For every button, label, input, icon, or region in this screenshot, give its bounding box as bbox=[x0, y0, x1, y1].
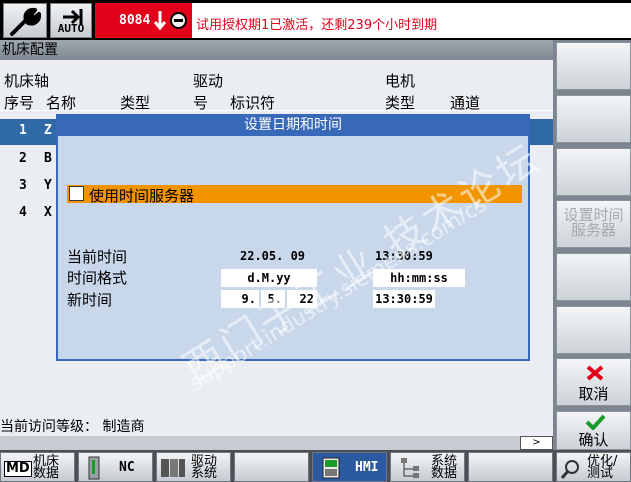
nc-cabinet-icon bbox=[88, 456, 100, 480]
system-data-label: 系统 数据 bbox=[431, 454, 458, 481]
mode-indicator: AUTO bbox=[50, 3, 92, 38]
axis-index: 1 bbox=[19, 123, 27, 138]
current-date-value: 22.05. 09 bbox=[240, 249, 306, 263]
header-divider bbox=[0, 110, 553, 111]
system-data-button[interactable]: 系统 数据 bbox=[390, 452, 465, 482]
scroll-right-button[interactable]: > bbox=[520, 436, 553, 450]
softkey-h7[interactable] bbox=[468, 452, 553, 482]
alarm-code: 8084 bbox=[119, 13, 151, 28]
horizontal-scrollbar[interactable] bbox=[0, 436, 553, 450]
nc-label: NC bbox=[119, 460, 135, 475]
axis-index: 4 bbox=[19, 205, 27, 220]
nc-button[interactable]: NC bbox=[78, 452, 153, 482]
dialog-title: 设置日期和时间 bbox=[244, 117, 342, 133]
drive-system-button[interactable]: 驱动 系统 bbox=[156, 452, 231, 482]
dialog-body: 使用时间服务器 当前时间 22.05. 09 13:30:59 时间格式 d.M… bbox=[58, 136, 528, 359]
operating-area-button[interactable] bbox=[3, 3, 47, 38]
vertical-softkeys: 设置时间 服务器 取消 确认 bbox=[553, 40, 631, 450]
cancel-label: 取消 bbox=[578, 385, 609, 403]
ok-button[interactable]: 确认 bbox=[556, 411, 631, 450]
ok-label: 确认 bbox=[578, 431, 609, 449]
new-day-input[interactable]: 9. bbox=[221, 290, 259, 308]
set-timeserver-button[interactable]: 设置时间 服务器 bbox=[556, 200, 631, 248]
close-icon bbox=[586, 365, 604, 381]
axis-name: Z bbox=[44, 123, 52, 138]
system-tree-icon bbox=[401, 458, 419, 478]
optimize-test-button[interactable]: 优化/ 测试 bbox=[556, 452, 631, 482]
new-time-input[interactable]: 13:30:59 bbox=[373, 290, 435, 308]
header-drive: 驱动 bbox=[193, 72, 224, 90]
softkey-h4[interactable] bbox=[234, 452, 309, 482]
page-title: 机床配置 bbox=[0, 40, 553, 60]
mode-label: AUTO bbox=[57, 22, 85, 35]
hmi-label: HMI bbox=[355, 460, 379, 475]
axis-name: X bbox=[44, 205, 52, 220]
alarm-message: 试用授权期1已激活，还剩239个小时到期 bbox=[196, 18, 438, 33]
new-year-input[interactable]: 22 bbox=[287, 290, 317, 308]
date-format-select[interactable]: d.M.yy bbox=[221, 269, 317, 287]
header-machine-axis: 机床轴 bbox=[4, 72, 50, 90]
time-format-select[interactable]: hh:mm:ss bbox=[373, 269, 465, 287]
machine-data-button[interactable]: MD 机床 数据 bbox=[0, 452, 75, 482]
drive-system-label: 驱动 系统 bbox=[191, 454, 218, 481]
axis-index: 3 bbox=[19, 178, 27, 193]
wrench-icon bbox=[10, 7, 42, 36]
softkey-v1[interactable] bbox=[556, 42, 631, 90]
status-header: AUTO 8084 试用授权期1已激活，还剩239个小时到期 bbox=[0, 0, 631, 40]
new-time-label: 新时间 bbox=[67, 291, 113, 309]
current-time-value: 13:30:59 bbox=[375, 249, 433, 263]
softkey-v3[interactable] bbox=[556, 148, 631, 196]
alarm-line[interactable]: 8084 试用授权期1已激活，还剩239个小时到期 bbox=[95, 3, 631, 38]
drive-icon bbox=[161, 459, 185, 477]
access-level-text: 当前访问等级： 制造商 bbox=[0, 419, 145, 435]
magnifier-icon bbox=[560, 460, 579, 479]
alarm-code-box: 8084 bbox=[95, 3, 192, 38]
axis-name: B bbox=[44, 151, 52, 166]
optimize-test-label: 优化/ 测试 bbox=[587, 454, 618, 481]
new-month-input[interactable]: 5. bbox=[261, 290, 285, 308]
hmi-button[interactable]: HMI bbox=[312, 452, 387, 482]
datetime-dialog: 设置日期和时间 使用时间服务器 当前时间 22.05. 09 13:30:59 … bbox=[56, 114, 530, 361]
axis-name: Y bbox=[44, 178, 52, 193]
machine-data-icon: MD bbox=[4, 461, 32, 477]
timeserver-checkbox[interactable] bbox=[69, 186, 84, 201]
alarm-clear-icon[interactable] bbox=[170, 12, 187, 29]
cancel-button[interactable]: 取消 bbox=[556, 358, 631, 406]
softkey-v5[interactable] bbox=[556, 253, 631, 301]
hmi-panel-icon bbox=[322, 457, 340, 479]
checkmark-icon bbox=[585, 414, 606, 430]
header-motor: 电机 bbox=[385, 72, 416, 90]
axis-index: 2 bbox=[19, 151, 27, 166]
timeserver-row[interactable]: 使用时间服务器 bbox=[67, 185, 522, 205]
machine-data-label: 机床 数据 bbox=[33, 454, 60, 481]
time-format-label: 时间格式 bbox=[67, 269, 128, 287]
softkey-v6[interactable] bbox=[556, 306, 631, 354]
current-time-label: 当前时间 bbox=[67, 248, 128, 266]
arrow-down-icon bbox=[154, 11, 166, 31]
timeserver-label: 使用时间服务器 bbox=[89, 187, 195, 205]
set-timeserver-label: 设置时间 服务器 bbox=[563, 206, 624, 239]
horizontal-softkeys: MD 机床 数据 NC 驱动 系统 HMI 系统 数据 优化/ 测试 bbox=[0, 450, 631, 482]
softkey-v2[interactable] bbox=[556, 95, 631, 143]
